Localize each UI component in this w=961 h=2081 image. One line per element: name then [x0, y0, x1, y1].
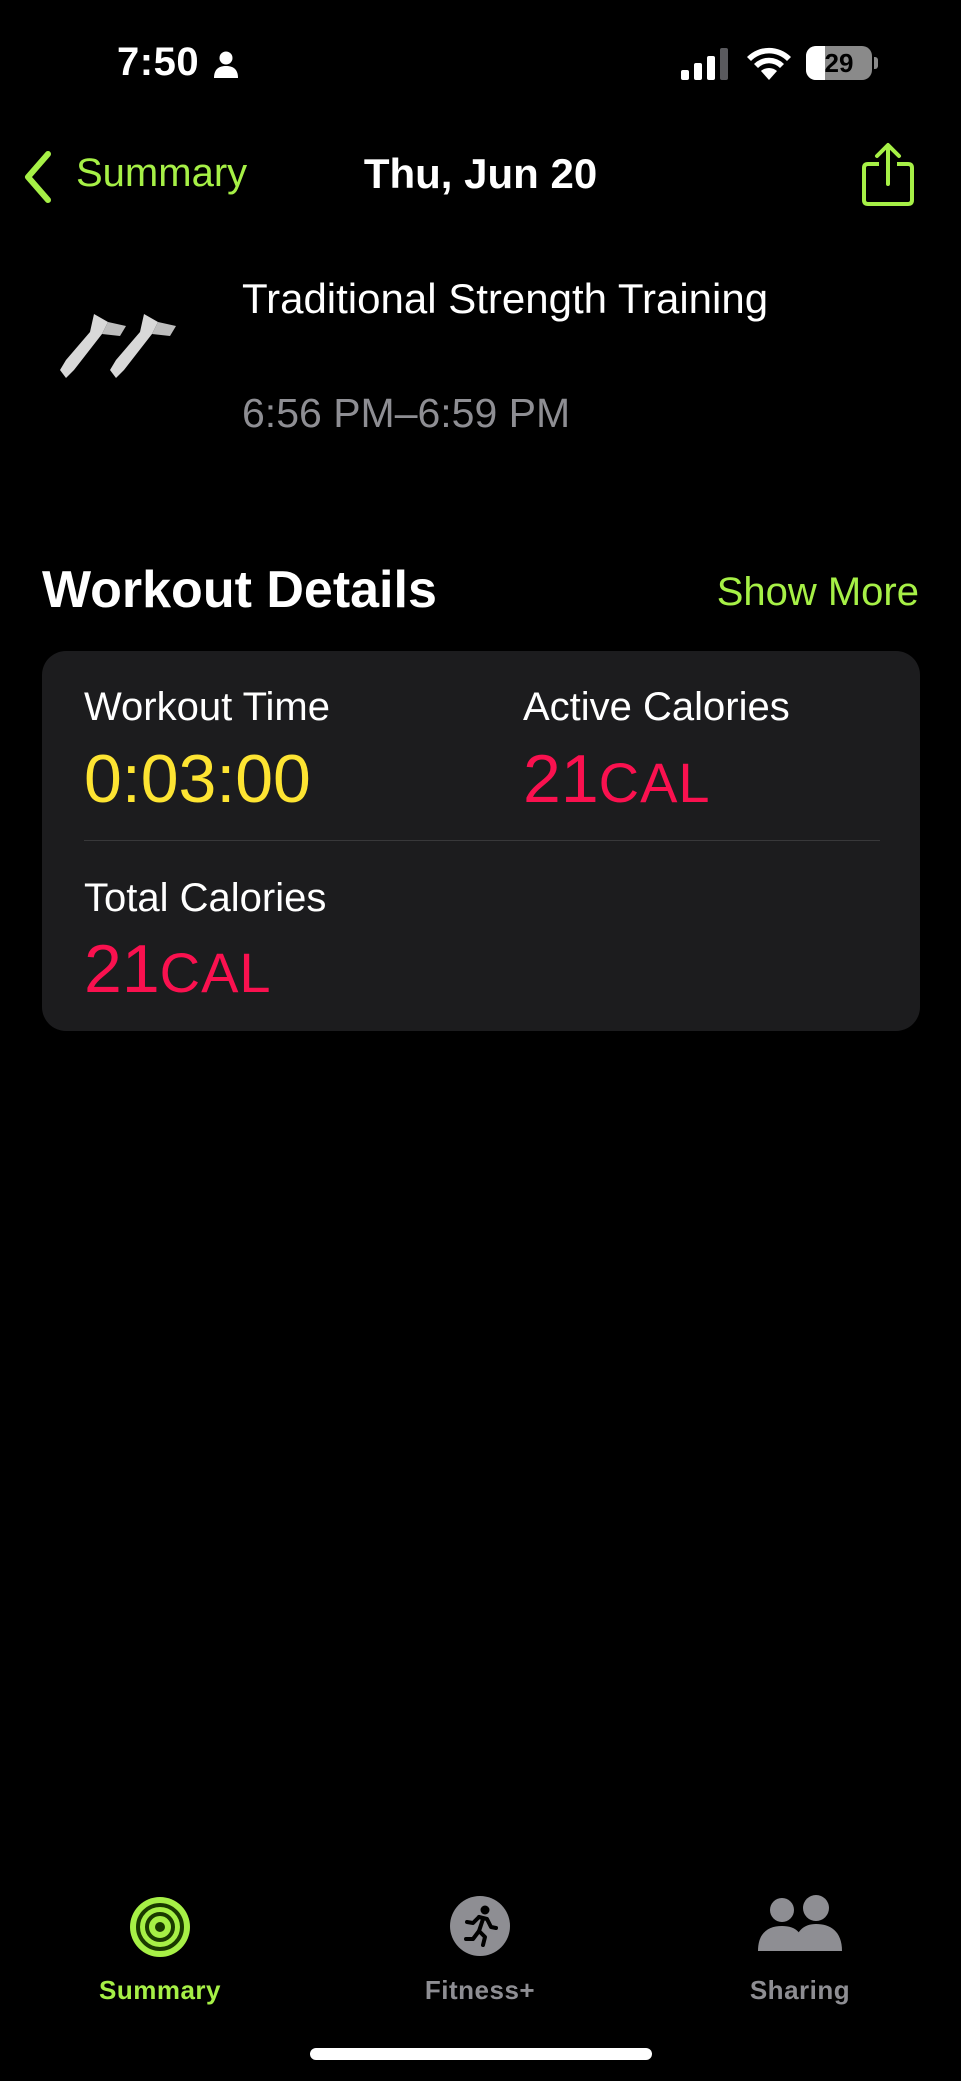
- metric-label: Workout Time: [84, 685, 330, 729]
- metric-label: Total Calories: [84, 876, 327, 920]
- runner-icon: [450, 1896, 510, 1956]
- tab-label: Fitness+: [424, 1975, 536, 2005]
- metric-value: 21CAL: [84, 931, 272, 1007]
- metric-value: 21CAL: [523, 741, 711, 817]
- workout-name: Traditional Strength Training: [242, 275, 769, 322]
- workout-time-range: 6:56 PM–6:59 PM: [242, 390, 571, 436]
- person-icon: [214, 51, 238, 78]
- share-icon[interactable]: [860, 142, 916, 208]
- activity-rings-icon: [130, 1897, 190, 1957]
- people-icon: [758, 1895, 842, 1951]
- show-more-button[interactable]: Show More: [717, 570, 919, 615]
- back-button[interactable]: Summary: [76, 151, 247, 196]
- cellular-signal-icon: [681, 48, 728, 80]
- metric-label: Active Calories: [523, 685, 790, 729]
- battery-level: 29: [824, 48, 854, 78]
- metric-unit: CAL: [159, 941, 272, 1004]
- tab-label: Sharing: [749, 1975, 851, 2005]
- tab-label: Summary: [99, 1975, 221, 2005]
- card-divider: [84, 840, 880, 841]
- status-time: 7:50: [117, 40, 200, 84]
- battery-icon: 29: [806, 46, 872, 80]
- metric-value: 0:03:00: [84, 741, 311, 817]
- section-title: Workout Details: [42, 561, 437, 619]
- chevron-left-icon[interactable]: [22, 150, 54, 204]
- battery-cap: [874, 57, 878, 69]
- home-indicator[interactable]: [310, 2048, 652, 2060]
- strength-training-icon: [60, 314, 176, 378]
- metric-unit: CAL: [598, 751, 711, 814]
- wifi-icon: [747, 47, 791, 80]
